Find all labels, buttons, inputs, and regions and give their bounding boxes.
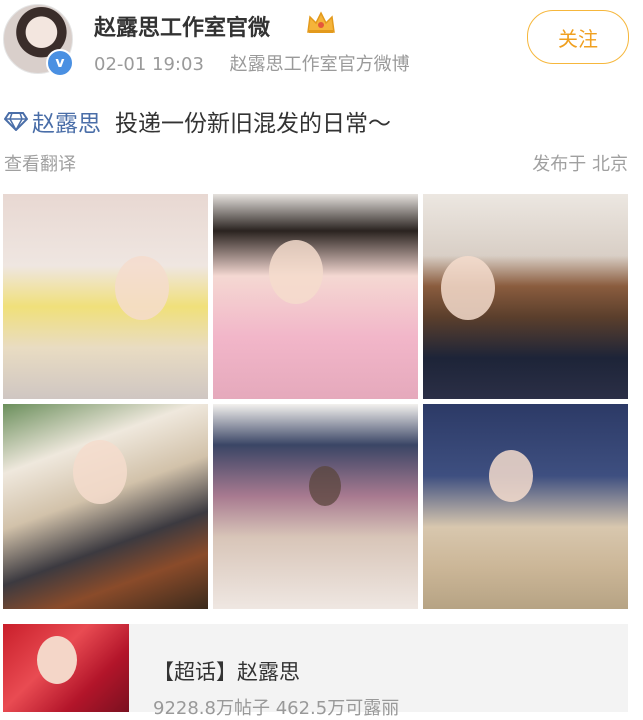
photo-1[interactable] [3,194,208,399]
photo-grid [3,194,628,609]
post-body-text: 投递一份新旧混发的日常～ [115,111,391,137]
post-timestamp: 02-01 19:03 [94,54,204,75]
supertopic-thumbnail [3,624,129,712]
post-meta: 02-01 19:03 赵露思工作室官方微博 [94,50,410,76]
account-name[interactable]: 赵露思工作室官微 [94,10,270,42]
supertopic-stats: 9228.8万帖子 462.5万可露丽 [153,698,400,719]
post-location: 发布于 北京 [532,154,628,175]
follow-button[interactable]: 关注 [527,10,629,64]
post-source: 赵露思工作室官方微博 [229,54,410,75]
photo-4[interactable] [3,404,208,609]
supertopic-card[interactable]: 【超话】赵露思 9228.8万帖子 462.5万可露丽 [3,624,628,719]
photo-2[interactable] [213,194,418,399]
translate-link[interactable]: 查看翻译 [4,154,76,175]
crown-icon [307,11,335,33]
post-subrow: 查看翻译 发布于 北京 [4,150,628,176]
post-header: v 赵露思工作室官微 02-01 19:03 赵露思工作室官方微博 关注 [0,0,643,90]
verified-badge-icon: v [46,49,74,77]
topic-label: 赵露思 [32,111,101,137]
photo-6[interactable] [423,404,628,609]
topic-link[interactable]: 赵露思 [4,104,101,138]
photo-3[interactable] [423,194,628,399]
post-text: 赵露思 投递一份新旧混发的日常～ [4,104,391,138]
diamond-icon [4,112,28,131]
photo-5[interactable] [213,404,418,609]
supertopic-title: 【超话】赵露思 [153,660,300,684]
